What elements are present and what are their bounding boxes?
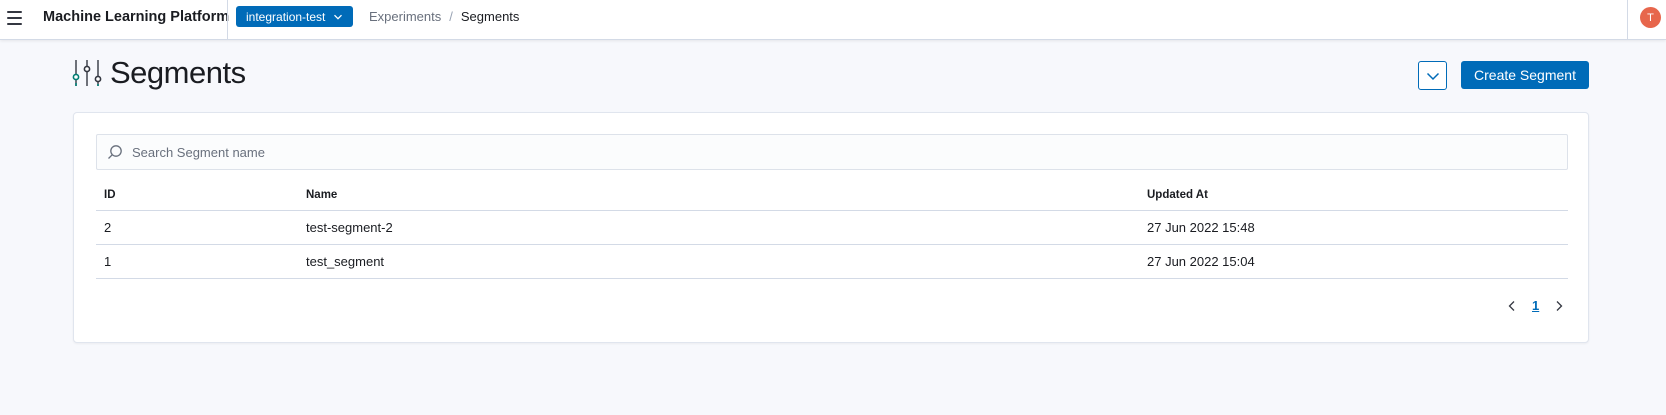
cell-id: 2 bbox=[104, 220, 112, 235]
breadcrumb-segments: Segments bbox=[460, 9, 520, 24]
breadcrumb-experiments[interactable]: Experiments bbox=[369, 9, 441, 24]
column-header-name[interactable]: Name bbox=[306, 189, 1147, 201]
search-input[interactable] bbox=[132, 135, 1552, 169]
environment-label: integration-test bbox=[246, 9, 326, 24]
cell-id: 1 bbox=[104, 254, 112, 269]
column-header-updated-at[interactable]: Updated At bbox=[1147, 189, 1568, 201]
divider bbox=[1627, 0, 1628, 40]
top-navigation-bar: Machine Learning Platform integration-te… bbox=[0, 0, 1666, 40]
segments-panel: ID Name Updated At 2 test-segment-2 27 J… bbox=[73, 112, 1589, 343]
cell-name: test_segment bbox=[306, 254, 385, 269]
avatar[interactable]: T bbox=[1640, 7, 1661, 28]
cell-updated-at: 27 Jun 2022 15:48 bbox=[1147, 220, 1255, 235]
cell-name: test-segment-2 bbox=[306, 220, 393, 235]
pagination: 1 bbox=[1506, 298, 1565, 313]
table-row[interactable]: 2 test-segment-2 27 Jun 2022 15:48 bbox=[96, 211, 1568, 245]
search-field[interactable] bbox=[96, 134, 1568, 170]
divider bbox=[227, 0, 228, 40]
page-title: Segments bbox=[110, 55, 246, 90]
app-title[interactable]: Machine Learning Platform bbox=[43, 9, 229, 25]
page-number-current[interactable]: 1 bbox=[1532, 298, 1539, 313]
collapse-button[interactable] bbox=[1418, 61, 1447, 90]
segments-table: ID Name Updated At 2 test-segment-2 27 J… bbox=[96, 180, 1568, 279]
column-header-id[interactable]: ID bbox=[96, 189, 306, 201]
breadcrumb: Experiments / Segments bbox=[369, 9, 519, 24]
cell-updated-at: 27 Jun 2022 15:04 bbox=[1147, 254, 1255, 269]
table-header: ID Name Updated At bbox=[96, 180, 1568, 211]
page-header: Segments bbox=[72, 55, 246, 91]
environment-selector[interactable]: integration-test bbox=[236, 6, 354, 27]
breadcrumb-separator: / bbox=[449, 9, 453, 24]
sliders-icon bbox=[72, 60, 102, 86]
chevron-right-icon[interactable] bbox=[1553, 300, 1565, 312]
search-icon bbox=[108, 145, 122, 159]
chevron-down-icon bbox=[1426, 72, 1439, 80]
chevron-down-icon bbox=[334, 14, 343, 20]
create-segment-button[interactable]: Create Segment bbox=[1461, 61, 1589, 89]
chevron-left-icon[interactable] bbox=[1506, 300, 1518, 312]
hamburger-menu-icon[interactable] bbox=[0, 4, 28, 32]
table-row[interactable]: 1 test_segment 27 Jun 2022 15:04 bbox=[96, 245, 1568, 279]
